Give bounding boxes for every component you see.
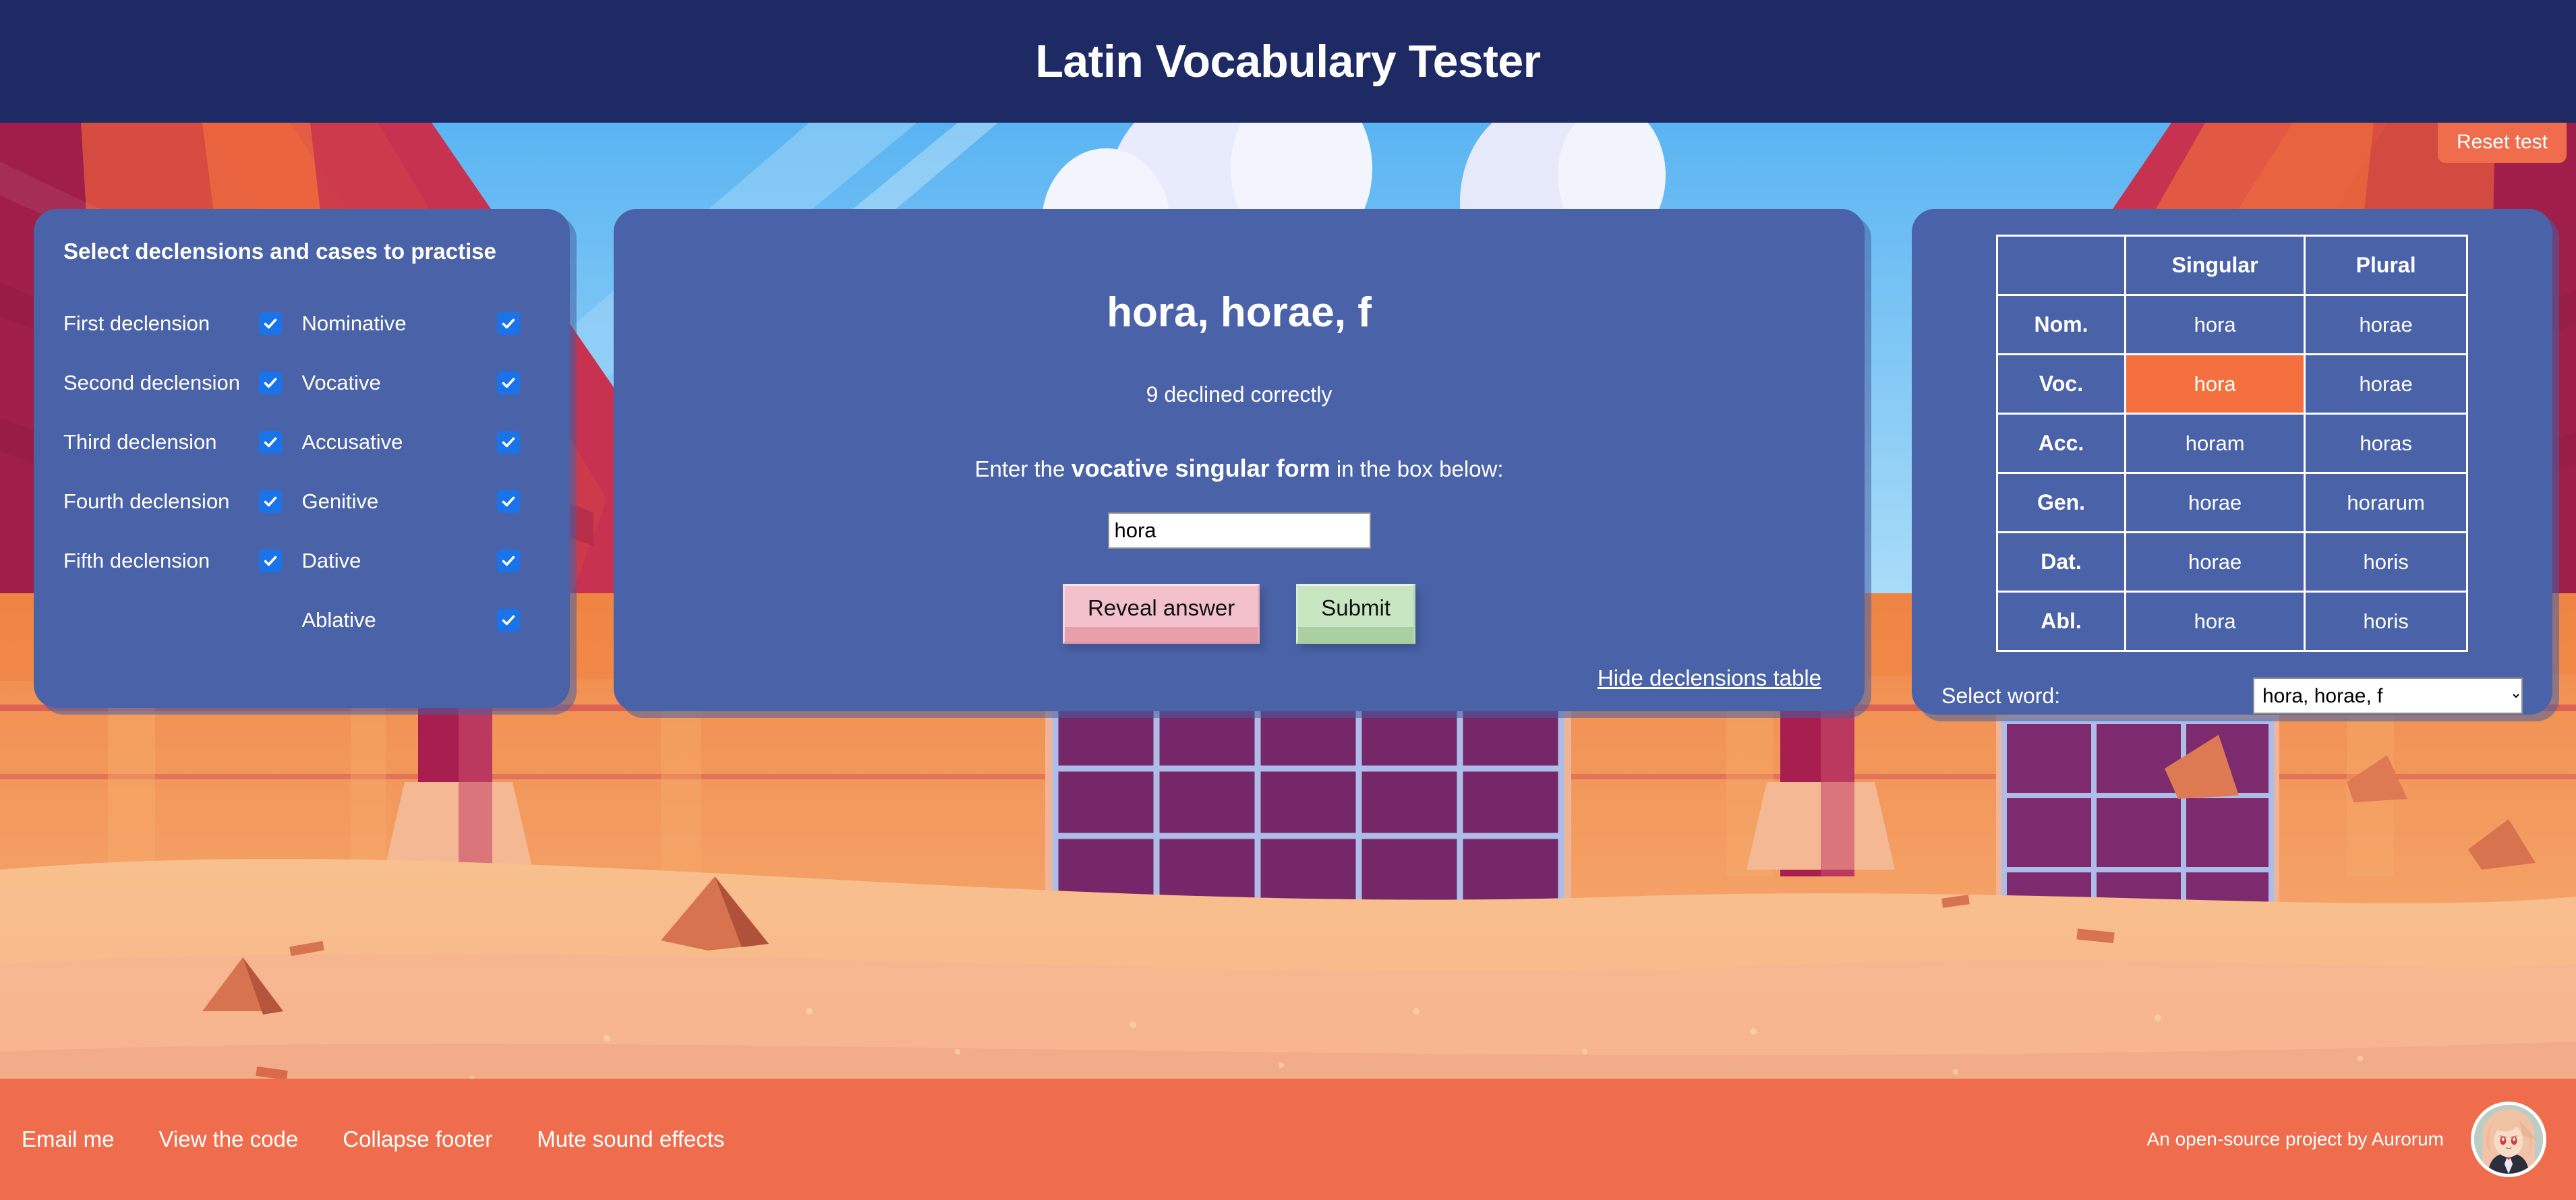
checkbox-fourth-declension[interactable] xyxy=(258,490,282,513)
word-select[interactable]: hora, horae, f xyxy=(2253,678,2523,714)
option-row-spacer: x xyxy=(63,591,302,650)
case-label-cell: Nom. xyxy=(1996,294,2126,355)
checkbox-fifth-declension[interactable] xyxy=(258,549,282,572)
checkbox-third-declension[interactable] xyxy=(258,431,282,454)
select-word-label: Select word: xyxy=(1941,683,2061,708)
option-row-cases[interactable]: Accusative xyxy=(302,413,541,472)
option-row-declensions[interactable]: Fourth declension xyxy=(63,472,302,531)
cases-option-label: Ablative xyxy=(301,608,376,632)
checkbox-nominative[interactable] xyxy=(497,312,520,335)
singular-cell: hora xyxy=(2124,591,2306,652)
checkbox-second-declension[interactable] xyxy=(258,371,282,394)
declension-options-column: First declension Second declension Third d… xyxy=(63,294,302,650)
table-corner-cell xyxy=(1996,235,2126,296)
option-row-cases[interactable]: Genitive xyxy=(302,472,541,531)
footer-link-view-the-code[interactable]: View the code xyxy=(159,1127,299,1152)
page-title: Latin Vocabulary Tester xyxy=(1035,36,1541,87)
table-row: Abl. hora horis xyxy=(1996,591,2468,652)
select-word-row: Select word: hora, horae, f xyxy=(1941,678,2523,714)
table-row: Nom. hora horae xyxy=(1996,294,2468,355)
plural-cell: horas xyxy=(2304,413,2468,474)
declensions-table-panel: Singular Plural Nom. hora horae Voc. hora hor… xyxy=(1912,209,2552,715)
checkbox-first-declension[interactable] xyxy=(258,312,282,335)
cases-option-label: Vocative xyxy=(301,371,381,394)
declensions-option-label: First declension xyxy=(63,311,210,335)
options-panel: Select declensions and cases to practise… xyxy=(34,209,570,708)
declensions-option-label: Fourth declension xyxy=(63,489,230,513)
option-row-declensions[interactable]: First declension xyxy=(63,294,302,353)
declensions-option-label: Fifth declension xyxy=(63,549,210,572)
case-label-cell: Gen. xyxy=(1996,472,2126,533)
cases-option-label: Dative xyxy=(301,549,361,572)
declensions-option-label: Second declension xyxy=(63,371,240,394)
column-header-plural: Plural xyxy=(2304,235,2468,296)
option-row-cases[interactable]: Vocative xyxy=(302,353,541,413)
prompt-case-form: vocative singular form xyxy=(1071,454,1330,482)
singular-cell: horam xyxy=(2124,413,2306,474)
table-header-row: Singular Plural xyxy=(1996,235,2468,296)
answer-input[interactable] xyxy=(1107,512,1371,549)
prompt-prefix: Enter the xyxy=(974,456,1072,481)
quiz-panel: hora, horae, f 9 declined correctly Ente… xyxy=(614,209,1865,711)
submit-button[interactable]: Submit xyxy=(1296,584,1415,644)
footer-right: An open-source project by Aurorum xyxy=(2147,1102,2546,1177)
option-row-cases[interactable]: Ablative xyxy=(302,591,541,650)
case-label-cell: Abl. xyxy=(1996,591,2126,652)
plural-cell: horae xyxy=(2304,294,2468,355)
case-options-column: Nominative Vocative Accusative Genitive Dati… xyxy=(302,294,541,650)
table-row: Gen. horae horarum xyxy=(1996,472,2468,533)
declensions-table-body: Nom. hora horae Voc. hora horae Acc. horam horas… xyxy=(1996,294,2468,652)
app-footer: Email me View the code Collapse footer Mute… xyxy=(0,1079,2576,1200)
table-row: Dat. horae horis xyxy=(1996,531,2468,593)
singular-cell: horae xyxy=(2124,472,2306,533)
plural-cell: horis xyxy=(2304,591,2468,652)
declensions-option-label: Third declension xyxy=(63,430,217,454)
footer-links: Email me View the code Collapse footer Mute… xyxy=(22,1127,724,1152)
current-word: hora, horae, f xyxy=(1107,289,1372,336)
plural-cell: horis xyxy=(2304,531,2468,593)
singular-cell: hora xyxy=(2124,353,2306,415)
reveal-answer-button[interactable]: Reveal answer xyxy=(1063,584,1260,644)
checkbox-vocative[interactable] xyxy=(497,371,520,394)
case-label-cell: Dat. xyxy=(1996,531,2126,593)
reset-test-button[interactable]: Reset test xyxy=(2437,123,2567,163)
option-row-declensions[interactable]: Third declension xyxy=(63,413,302,472)
option-row-cases[interactable]: Nominative xyxy=(302,294,541,353)
table-row: Acc. horam horas xyxy=(1996,413,2468,474)
options-panel-title: Select declensions and cases to practise xyxy=(63,239,496,264)
footer-link-email-me[interactable]: Email me xyxy=(22,1127,115,1152)
prompt-suffix: in the box below: xyxy=(1330,456,1504,481)
hide-declensions-table-link[interactable]: Hide declensions table xyxy=(1598,665,1821,691)
checkbox-genitive[interactable] xyxy=(497,490,520,513)
footer-link-collapse-footer[interactable]: Collapse footer xyxy=(343,1127,492,1152)
table-row: Voc. hora horae xyxy=(1996,353,2468,415)
avatar xyxy=(2471,1102,2546,1177)
option-row-declensions[interactable]: Fifth declension xyxy=(63,531,302,591)
options-columns: First declension Second declension Third d… xyxy=(63,294,540,650)
app-header: Latin Vocabulary Tester xyxy=(0,0,2576,123)
declensions-table: Singular Plural Nom. hora horae Voc. hora hor… xyxy=(1996,235,2468,652)
singular-cell: horae xyxy=(2124,531,2306,593)
case-label-cell: Voc. xyxy=(1996,353,2126,415)
prompt-text: Enter the vocative singular form in the … xyxy=(974,454,1503,483)
plural-cell: horarum xyxy=(2304,472,2468,533)
option-row-cases[interactable]: Dative xyxy=(302,531,541,591)
column-header-singular: Singular xyxy=(2124,235,2306,296)
case-label-cell: Acc. xyxy=(1996,413,2126,474)
footer-credit: An open-source project by Aurorum xyxy=(2146,1129,2444,1149)
singular-cell: hora xyxy=(2124,294,2306,355)
checkbox-dative[interactable] xyxy=(497,549,520,572)
declensions-table-head: Singular Plural xyxy=(1996,235,2468,296)
plural-cell: horae xyxy=(2304,353,2468,415)
score-text: 9 declined correctly xyxy=(1146,382,1333,407)
checkbox-accusative[interactable] xyxy=(497,431,520,454)
cases-option-label: Genitive xyxy=(301,489,379,513)
cases-option-label: Nominative xyxy=(301,311,407,335)
checkbox-ablative[interactable] xyxy=(497,609,520,632)
quiz-button-row: Reveal answer Submit xyxy=(1063,584,1415,644)
cases-option-label: Accusative xyxy=(301,430,403,454)
option-row-declensions[interactable]: Second declension xyxy=(63,353,302,413)
footer-link-mute-sound-effects[interactable]: Mute sound effects xyxy=(537,1127,724,1152)
